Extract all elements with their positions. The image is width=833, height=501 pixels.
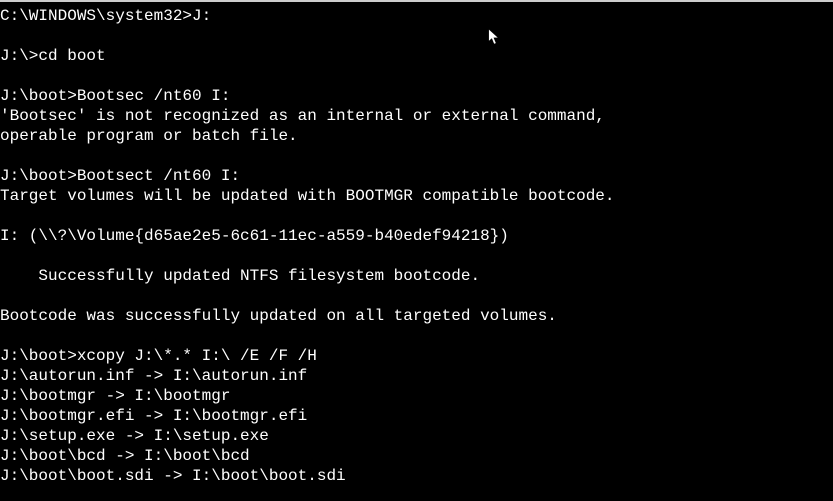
window-top-border [0, 0, 833, 2]
terminal-line: J:\bootmgr -> I:\bootmgr [0, 386, 833, 406]
terminal-line [0, 326, 833, 346]
terminal-line: operable program or batch file. [0, 126, 833, 146]
terminal-line: J:\boot>Bootsec /nt60 I: [0, 86, 833, 106]
terminal-line [0, 66, 833, 86]
terminal-line: 'Bootsec' is not recognized as an intern… [0, 106, 833, 126]
terminal-line [0, 286, 833, 306]
terminal-line: J:\boot\boot.sdi -> I:\boot\boot.sdi [0, 466, 833, 486]
terminal-output[interactable]: C:\WINDOWS\system32>J: J:\>cd boot J:\bo… [0, 6, 833, 486]
terminal-line: J:\boot>Bootsect /nt60 I: [0, 166, 833, 186]
terminal-line: J:\autorun.inf -> I:\autorun.inf [0, 366, 833, 386]
terminal-line: Successfully updated NTFS filesystem boo… [0, 266, 833, 286]
terminal-line [0, 206, 833, 226]
terminal-line: Bootcode was successfully updated on all… [0, 306, 833, 326]
terminal-line: Target volumes will be updated with BOOT… [0, 186, 833, 206]
terminal-line: J:\>cd boot [0, 46, 833, 66]
terminal-line: J:\boot\bcd -> I:\boot\bcd [0, 446, 833, 466]
terminal-line: J:\bootmgr.efi -> I:\bootmgr.efi [0, 406, 833, 426]
terminal-line [0, 146, 833, 166]
terminal-line [0, 246, 833, 266]
terminal-line: I: (\\?\Volume{d65ae2e5-6c61-11ec-a559-b… [0, 226, 833, 246]
terminal-line: J:\setup.exe -> I:\setup.exe [0, 426, 833, 446]
terminal-line [0, 26, 833, 46]
terminal-line: C:\WINDOWS\system32>J: [0, 6, 833, 26]
terminal-line: J:\boot>xcopy J:\*.* I:\ /E /F /H [0, 346, 833, 366]
